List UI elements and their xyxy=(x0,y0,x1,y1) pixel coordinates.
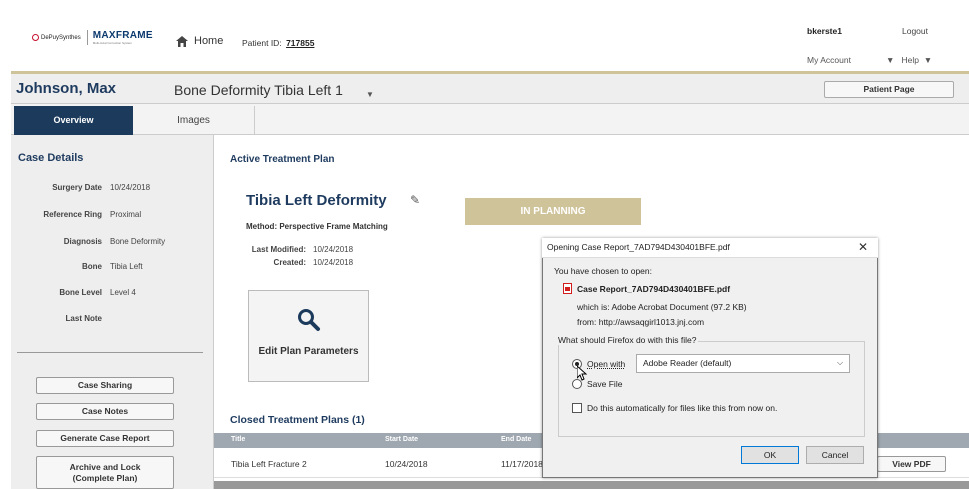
help-menu[interactable]: ▼ Help ▼ xyxy=(886,55,932,65)
help-caret-icon: ▼ xyxy=(886,55,895,65)
dialog-file-name: Case Report_7AD794D430401BFE.pdf xyxy=(577,284,731,294)
created-value: 10/24/2018 xyxy=(313,258,354,267)
last-modified-value: 10/24/2018 xyxy=(313,245,354,254)
depuy-logo-text: DePuySynthes xyxy=(41,34,81,41)
generate-case-report-button[interactable]: Generate Case Report xyxy=(36,430,174,447)
tab-overview[interactable]: Overview xyxy=(14,106,133,135)
edit-plan-parameters-label: Edit Plan Parameters xyxy=(258,346,359,357)
home-label: Home xyxy=(194,35,224,47)
closed-plan-end-date: 11/17/2018 xyxy=(501,459,543,469)
cancel-button[interactable]: Cancel xyxy=(806,446,864,464)
search-icon xyxy=(298,309,320,331)
case-selector[interactable]: Bone Deformity Tibia Left 1 xyxy=(174,82,343,98)
maxframe-logo: MAXFRAME Multi-Axial Correction System xyxy=(86,30,153,45)
logout-link[interactable]: Logout xyxy=(902,26,928,36)
diagnosis-value: Bone Deformity xyxy=(110,237,166,246)
plan-status-badge: IN PLANNING xyxy=(465,198,641,225)
surgery-date-value: 10/24/2018 xyxy=(110,183,151,192)
auto-action-checkbox[interactable] xyxy=(572,403,582,413)
patient-name: Johnson, Max xyxy=(16,80,117,97)
closed-plan-title: Tibia Left Fracture 2 xyxy=(231,459,307,469)
created-label: Created: xyxy=(273,258,306,267)
active-plan-section-title: Active Treatment Plan xyxy=(230,154,335,165)
archive-lock-button[interactable]: Archive and Lock (Complete Plan) xyxy=(36,456,174,489)
ok-button[interactable]: OK xyxy=(741,446,799,464)
plan-title: Tibia Left Deformity xyxy=(246,192,387,209)
edit-pencil-icon[interactable]: ✎ xyxy=(410,193,420,207)
mouse-cursor-icon xyxy=(577,366,587,381)
closed-plans-section-title: Closed Treatment Plans (1) xyxy=(230,414,365,426)
diagnosis-label: Diagnosis xyxy=(63,237,102,246)
case-sharing-button[interactable]: Case Sharing xyxy=(36,377,174,394)
surgery-date-label: Surgery Date xyxy=(52,183,102,192)
reference-ring-label: Reference Ring xyxy=(43,210,102,219)
maxframe-logo-subtext: Multi-Axial Correction System xyxy=(92,41,133,45)
maxframe-logo-text: MAXFRAME xyxy=(92,30,153,41)
bone-value: Tibia Left xyxy=(110,262,143,271)
last-modified-label: Last Modified: xyxy=(251,245,306,254)
home-link[interactable]: Home xyxy=(176,35,223,47)
case-notes-button[interactable]: Case Notes xyxy=(36,403,174,420)
patient-id-link[interactable]: 717855 xyxy=(286,38,314,48)
open-with-select[interactable]: Adobe Reader (default) xyxy=(636,354,850,373)
patient-id: Patient ID: 717855 xyxy=(242,38,314,48)
help-label: Help xyxy=(901,55,919,65)
help-caret-icon: ▼ xyxy=(923,55,933,65)
dialog-intro: You have chosen to open: xyxy=(554,266,652,276)
app-logo[interactable]: DePuySynthes MAXFRAME Multi-Axial Correc… xyxy=(32,30,153,45)
home-icon xyxy=(176,35,188,47)
panel-divider xyxy=(17,352,203,353)
plan-method: Method: Perspective Frame Matching xyxy=(246,222,388,231)
case-details-title: Case Details xyxy=(18,152,84,164)
file-action-question: What should Firefox do with this file? xyxy=(556,335,699,345)
username: bkerste1 xyxy=(807,26,842,36)
auto-action-label[interactable]: Do this automatically for files like thi… xyxy=(587,403,777,413)
close-icon[interactable]: ✕ xyxy=(858,240,868,254)
bone-level-value: Level 4 xyxy=(110,288,136,297)
dialog-file-type: which is: Adobe Acrobat Document (97.2 K… xyxy=(577,302,747,312)
closed-plan-start-date: 10/24/2018 xyxy=(385,459,428,469)
case-selector-caret-icon[interactable]: ▼ xyxy=(366,90,374,99)
column-header-start-date: Start Date xyxy=(385,436,419,443)
patient-id-label: Patient ID: xyxy=(242,38,282,48)
open-with-label[interactable]: Open with xyxy=(587,359,625,369)
bone-level-label: Bone Level xyxy=(59,288,102,297)
save-file-label[interactable]: Save File xyxy=(587,379,622,389)
patient-page-button[interactable]: Patient Page xyxy=(824,81,954,98)
table-footer-strip xyxy=(214,481,969,489)
view-pdf-button[interactable]: View PDF xyxy=(877,456,946,472)
tab-images[interactable]: Images xyxy=(133,106,255,135)
edit-plan-parameters-button[interactable] xyxy=(248,290,369,382)
depuy-logo: DePuySynthes xyxy=(32,34,81,41)
my-account-link[interactable]: My Account xyxy=(807,55,851,65)
pdf-file-icon xyxy=(563,283,572,294)
column-header-end-date: End Date xyxy=(501,436,532,443)
dialog-file-source: from: http://awsaqgirl1013.jnj.com xyxy=(577,317,705,327)
depuy-mark-icon xyxy=(32,34,39,41)
bone-label: Bone xyxy=(82,262,102,271)
reference-ring-value: Proximal xyxy=(110,210,142,219)
last-note-label: Last Note xyxy=(65,314,102,323)
column-header-title: Title xyxy=(231,436,246,443)
dialog-title: Opening Case Report_7AD794D430401BFE.pdf xyxy=(547,242,730,252)
chevron-down-icon[interactable]: ⌵ xyxy=(837,358,843,368)
